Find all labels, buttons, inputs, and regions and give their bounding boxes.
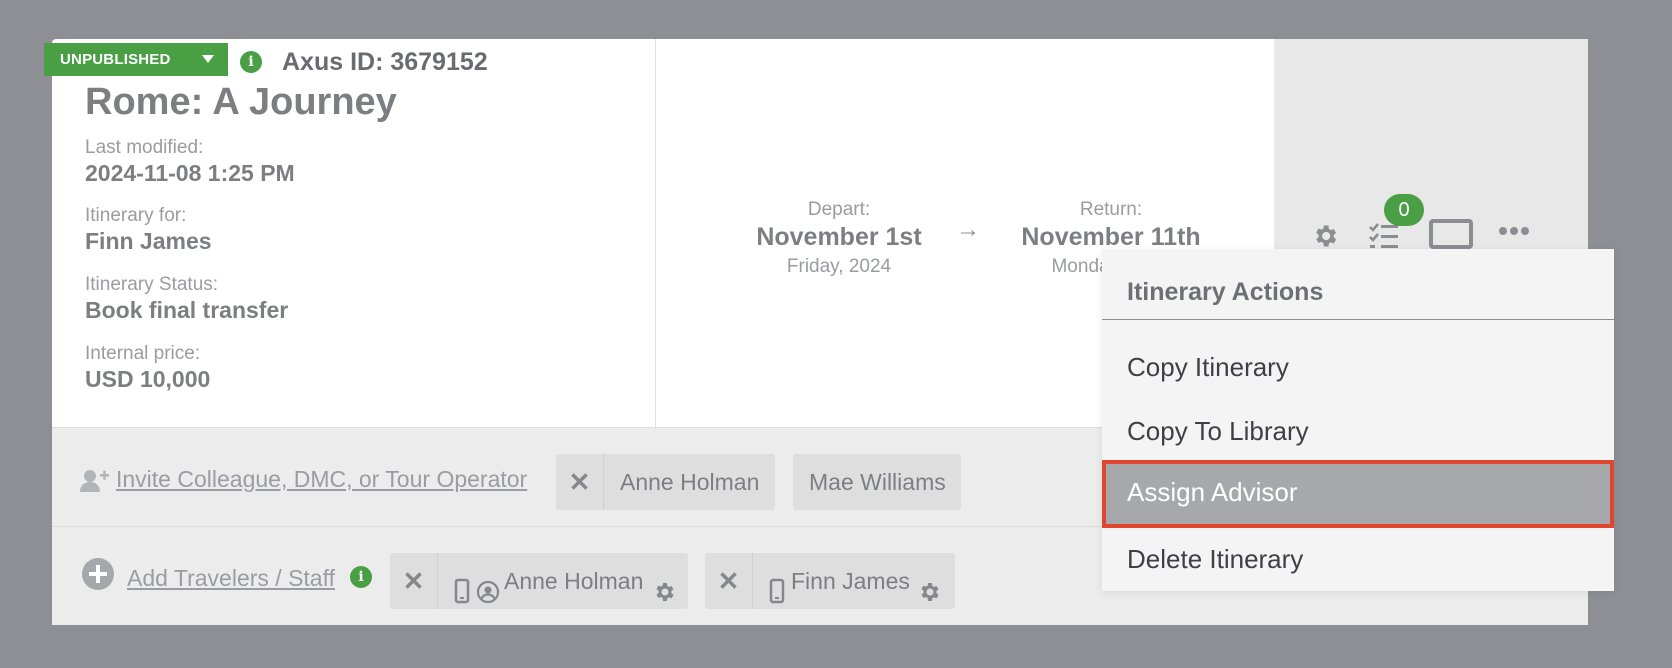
traveler-name: Anne Holman [504, 568, 644, 594]
gear-icon[interactable] [917, 568, 941, 624]
phone-icon [454, 568, 470, 624]
publish-status-dropdown[interactable]: UNPUBLISHED [44, 43, 228, 76]
menu-header: Itinerary Actions [1127, 278, 1324, 306]
return-date: November 11th [1021, 223, 1201, 251]
itinerary-for-value: Finn James [85, 228, 212, 254]
traveler-chip: ✕ Finn James [705, 553, 955, 609]
internal-price-label: Internal price: [85, 343, 201, 364]
itinerary-status-value: Book final transfer [85, 297, 289, 323]
add-user-icon [80, 469, 110, 498]
menu-item-copy-itinerary[interactable]: Copy Itinerary [1102, 335, 1614, 399]
phone-icon [769, 568, 785, 624]
menu-divider [1102, 319, 1614, 320]
gear-icon[interactable] [652, 568, 676, 624]
itinerary-title: Rome: A Journey [85, 81, 397, 123]
depart-day: Friday, 2024 [786, 256, 892, 277]
depart-label: Depart: [807, 199, 871, 220]
last-modified-value: 2024-11-08 1:25 PM [85, 160, 295, 186]
itinerary-for-label: Itinerary for: [85, 205, 187, 226]
itinerary-actions-menu: Itinerary Actions Copy Itinerary Copy To… [1102, 249, 1614, 591]
add-circle-icon[interactable] [81, 557, 115, 596]
itinerary-status-label: Itinerary Status: [85, 274, 219, 295]
remove-icon[interactable]: ✕ [556, 454, 604, 510]
caret-down-icon [202, 55, 214, 63]
menu-item-assign-advisor[interactable]: Assign Advisor [1102, 460, 1614, 528]
invite-collaborator-link[interactable]: Invite Colleague, DMC, or Tour Operator [116, 466, 527, 493]
info-icon[interactable]: i [350, 566, 372, 588]
traveler-chip: ✕ Anne Holman [390, 553, 688, 609]
collaborator-chip[interactable]: Mae Williams [793, 454, 961, 510]
menu-item-delete-itinerary[interactable]: Delete Itinerary [1102, 527, 1614, 591]
remove-icon[interactable]: ✕ [390, 553, 438, 609]
last-modified-label: Last modified: [85, 137, 204, 158]
traveler-name: Finn James [791, 568, 910, 594]
info-icon[interactable]: i [240, 51, 262, 73]
depart-date: November 1st [756, 223, 922, 251]
publish-status-label: UNPUBLISHED [60, 51, 171, 68]
remove-icon[interactable]: ✕ [705, 553, 753, 609]
itinerary-summary: Rome: A Journey Last modified: 2024-11-0… [52, 39, 656, 427]
return-label: Return: [1079, 199, 1143, 220]
add-travelers-link[interactable]: Add Travelers / Staff [127, 565, 335, 592]
collaborator-name: Anne Holman [620, 469, 760, 495]
menu-item-copy-to-library[interactable]: Copy To Library [1102, 399, 1614, 463]
collaborator-chip: ✕ Anne Holman [556, 454, 775, 510]
collaborator-name: Mae Williams [809, 469, 946, 495]
internal-price-value: USD 10,000 [85, 366, 211, 392]
user-circle-icon [476, 568, 500, 624]
arrow-right-icon: → [956, 216, 980, 243]
more-options-icon[interactable] [1499, 224, 1529, 243]
tasks-count-badge: 0 [1384, 194, 1424, 226]
axus-id: Axus ID: 3679152 [282, 48, 488, 76]
